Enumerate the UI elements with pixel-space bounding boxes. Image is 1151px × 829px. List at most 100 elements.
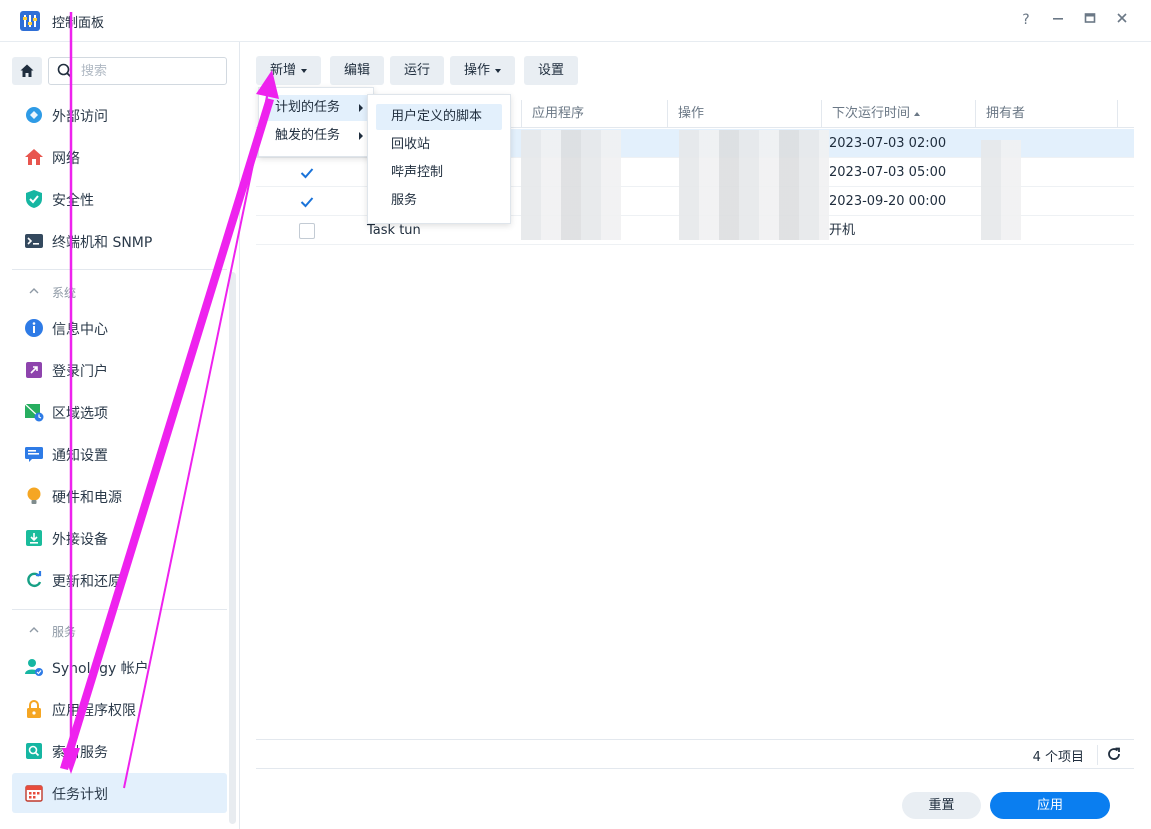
sidebar-item-security[interactable]: 安全性 <box>12 179 227 219</box>
sidebar-item-terminal-snmp[interactable]: 终端机和 SNMP <box>12 221 227 261</box>
sidebar-item-synology-account[interactable]: Synology 帐户 <box>12 647 227 687</box>
sidebar-item-label: 终端机和 SNMP <box>52 235 153 251</box>
terminal-icon <box>25 234 43 248</box>
search-input[interactable] <box>79 62 219 80</box>
sidebar-item-hardware-power[interactable]: 硬件和电源 <box>12 476 227 516</box>
home-button[interactable] <box>12 57 42 85</box>
chevron-up-icon <box>29 288 39 294</box>
sidebar-item-label: 应用程序权限 <box>52 703 136 719</box>
settings-button-label: 设置 <box>538 63 565 78</box>
column-header-action[interactable]: 操作 <box>667 100 821 128</box>
scheduled-task-submenu: 用户定义的脚本 回收站 哔声控制 服务 <box>367 94 511 224</box>
info-center-icon <box>25 319 43 337</box>
sidebar-section-system[interactable]: 系统 <box>12 277 227 307</box>
close-button[interactable] <box>1112 10 1132 30</box>
sidebar-item-task-scheduler[interactable]: 任务计划 <box>12 773 227 813</box>
search-icon <box>57 63 73 79</box>
sidebar-item-label: 任务计划 <box>52 787 108 803</box>
settings-button[interactable]: 设置 <box>524 56 579 85</box>
synology-account-icon <box>25 659 43 676</box>
item-count: 4 个项目 <box>1032 750 1084 765</box>
sidebar-item-info-center[interactable]: 信息中心 <box>12 308 227 348</box>
sidebar-item-label: 信息中心 <box>52 322 108 338</box>
create-dropdown-menu: 计划的任务 触发的任务 <box>258 87 374 157</box>
column-header-owner[interactable]: 拥有者 <box>975 100 1117 128</box>
menu-item-triggered-task[interactable]: 触发的任务 <box>265 123 369 149</box>
section-label: 服务 <box>52 625 77 639</box>
next-run-cell: 2023-07-03 05:00 <box>829 165 947 180</box>
sidebar-item-label: 外接设备 <box>52 532 108 548</box>
sidebar-item-external-access[interactable]: 外部访问 <box>12 95 227 135</box>
section-label: 系统 <box>52 286 77 300</box>
external-devices-icon <box>26 530 42 546</box>
sort-ascending-icon <box>914 111 921 116</box>
minimize-icon <box>1053 18 1063 20</box>
sidebar-item-label: 网络 <box>52 151 80 167</box>
next-run-cell: 2023-07-03 02:00 <box>829 136 947 151</box>
row-checkbox[interactable] <box>299 165 315 181</box>
redacted-area <box>679 130 829 240</box>
login-portal-icon <box>26 362 42 378</box>
sidebar-item-external-devices[interactable]: 外接设备 <box>12 518 227 558</box>
network-icon <box>25 149 43 165</box>
notification-icon <box>25 447 43 462</box>
sidebar-divider <box>12 269 227 270</box>
sidebar-item-app-privileges[interactable]: 应用程序权限 <box>12 689 227 729</box>
caret-right-icon <box>359 132 363 140</box>
caret-down-icon <box>301 68 308 73</box>
app-privileges-icon <box>27 700 41 718</box>
menu-item-recycle-bin[interactable]: 回收站 <box>376 132 502 158</box>
row-checkbox[interactable] <box>299 223 315 239</box>
task-scheduler-icon <box>25 785 43 802</box>
hardware-power-icon <box>27 487 41 504</box>
footer-divider <box>1097 745 1098 765</box>
sidebar-item-notification[interactable]: 通知设置 <box>12 434 227 474</box>
sidebar-item-label: 安全性 <box>52 193 94 209</box>
window-title: 控制面板 <box>52 16 105 31</box>
next-run-cell: 开机 <box>829 223 856 238</box>
chevron-up-icon <box>29 627 39 633</box>
column-header-app[interactable]: 应用程序 <box>521 100 667 128</box>
sidebar-item-label: 区域选项 <box>52 406 108 422</box>
regional-options-icon <box>24 403 44 422</box>
sidebar-item-login-portal[interactable]: 登录门户 <box>12 350 227 390</box>
create-button-label: 新增 <box>270 63 297 78</box>
sidebar-scrollbar[interactable] <box>229 272 236 824</box>
column-header-next-run[interactable]: 下次运行时间 <box>821 100 975 128</box>
sidebar-section-services[interactable]: 服务 <box>12 616 227 646</box>
sidebar-item-update-restore[interactable]: 更新和还原 <box>12 560 227 600</box>
menu-item-user-defined-script[interactable]: 用户定义的脚本 <box>376 104 502 130</box>
apply-button[interactable]: 应用 <box>990 792 1110 819</box>
run-button[interactable]: 运行 <box>390 56 445 85</box>
refresh-icon[interactable] <box>1106 746 1122 762</box>
sidebar-item-indexing-service[interactable]: 索引服务 <box>12 731 227 771</box>
maximize-icon <box>1084 13 1096 23</box>
sidebar-item-label: 登录门户 <box>52 364 108 380</box>
menu-item-beep-control[interactable]: 哔声控制 <box>376 160 502 186</box>
menu-item-scheduled-task[interactable]: 计划的任务 <box>265 95 369 121</box>
menu-item-service[interactable]: 服务 <box>376 188 502 214</box>
sidebar-item-label: 更新和还原 <box>52 574 122 590</box>
sidebar-item-label: 索引服务 <box>52 745 108 761</box>
home-icon <box>20 64 34 77</box>
next-run-cell: 2023-09-20 00:00 <box>829 194 947 209</box>
search-box[interactable] <box>48 57 227 85</box>
update-restore-icon <box>27 571 42 588</box>
edit-button[interactable]: 编辑 <box>330 56 385 85</box>
create-button[interactable]: 新增 <box>256 56 322 85</box>
help-button[interactable]: ? <box>1016 10 1036 30</box>
row-checkbox[interactable] <box>299 194 315 210</box>
redacted-area <box>521 130 621 240</box>
maximize-button[interactable] <box>1080 10 1100 30</box>
action-button[interactable]: 操作 <box>450 56 516 85</box>
caret-right-icon <box>359 104 363 112</box>
reset-button[interactable]: 重置 <box>902 792 981 819</box>
close-icon <box>1117 13 1127 23</box>
grid-footer: 4 个项目 <box>256 739 1134 769</box>
indexing-service-icon <box>26 743 42 759</box>
column-header-spacer <box>1117 100 1134 128</box>
sidebar-item-network[interactable]: 网络 <box>12 137 227 177</box>
sidebar-item-regional-options[interactable]: 区域选项 <box>12 392 227 432</box>
sidebar: 外部访问 网络 安全性 终端机和 SNMP 系统 信息中心 <box>0 42 240 829</box>
minimize-button[interactable] <box>1048 10 1068 30</box>
